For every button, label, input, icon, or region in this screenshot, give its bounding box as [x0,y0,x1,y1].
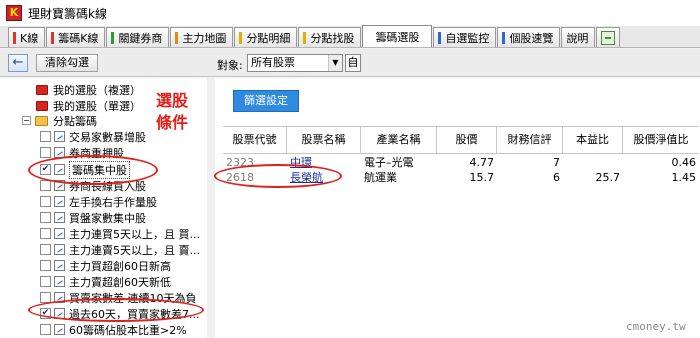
condition-checkbox[interactable] [40,131,51,142]
condition-checkbox[interactable] [40,196,51,207]
column-header[interactable]: 股票代號 [223,127,287,153]
tab-branch-detail[interactable]: 分點明細 [234,27,298,47]
window-title: 理財寶籌碼k線 [28,6,107,21]
rating: 7 [553,156,560,169]
target-select-value: 所有股票 [251,56,295,69]
title-bar: K 理財寶籌碼k線 [0,0,700,26]
column-header[interactable]: 產業名稱 [361,127,437,153]
clear-selection-button[interactable]: 清除勾選 [36,54,98,72]
pb-ratio: 0.46 [671,156,697,169]
tab-color-mark [303,31,307,44]
pe-ratio: 25.7 [595,171,621,184]
highlight-ellipse [28,155,158,185]
condition-checkbox[interactable] [40,180,51,191]
tab-watchlist-monitor[interactable]: 自選監控 [433,27,497,47]
open-folder-icon [35,115,48,126]
chart-doc-icon [54,276,65,287]
chart-doc-icon [54,196,65,207]
highlight-ellipse [28,298,204,322]
condition-checkbox[interactable] [40,228,51,239]
red-folder-icon [36,100,48,111]
tree-item-my-picks-single[interactable]: 我的選股（單選） [36,98,141,113]
results-header: 股票代號 股票名稱 產業名稱 股價 財務信評 本益比 股價淨值比 [223,126,699,154]
highlight-ellipse [214,164,342,188]
tab-color-mark [13,31,16,44]
condition-checkbox[interactable] [40,276,51,287]
chart-doc-icon [54,260,65,271]
chart-doc-icon [54,212,65,223]
tab-help[interactable]: 說明 [561,27,596,47]
tab-color-mark [175,31,179,44]
condition-checkbox[interactable] [40,147,51,158]
condition-checkbox[interactable] [40,244,51,255]
tree-item-branch-chips[interactable]: − 分點籌碼 [22,113,97,128]
tree-item-my-picks-multi[interactable]: 我的選股（複選） [36,82,141,97]
tab-color-mark [111,31,115,44]
column-header[interactable]: 財務信評 [497,127,563,153]
add-tab-icon [601,30,616,45]
price: 15.7 [469,171,495,184]
pb-ratio: 1.45 [671,171,697,184]
self-button[interactable]: 自 [345,54,361,72]
arrow-left-icon: ← [12,55,24,70]
tree-item-condition[interactable]: 主力連賣5天以上，且 賣... [40,242,200,257]
tab-branch-stock-search[interactable]: 分點找股 [298,27,362,47]
watermark: cmoney.tw [626,320,686,333]
tab-color-mark [51,31,55,44]
target-label: 對象: [217,59,243,72]
column-header[interactable]: 股價淨值比 [623,127,699,153]
industry: 電子–光電 [364,156,414,169]
tree-item-condition[interactable]: 左手換右手作量股 [40,194,157,209]
tree-scrollbar[interactable] [207,78,214,338]
target-select[interactable]: 所有股票 ▼ [247,54,343,72]
tab-stock-overview[interactable]: 個股速覽 [497,27,561,47]
condition-checkbox[interactable] [40,260,51,271]
tab-color-mark [239,31,243,44]
tree-item-condition[interactable]: 交易家數暴增股 [40,129,146,144]
app-logo-icon: K [6,5,22,21]
pe-ratio [563,156,623,170]
column-header[interactable]: 股價 [437,127,497,153]
chart-doc-icon [54,228,65,239]
industry: 航運業 [364,171,397,184]
filter-settings-button[interactable]: 篩選設定 [233,90,299,112]
price: 4.77 [469,156,495,169]
tab-main-force-map[interactable]: 主力地圖 [170,27,234,47]
toolbar: ← 清除勾選 對象: 所有股票 ▼ 自 [0,49,700,77]
tab-chip-stock-picker[interactable]: 籌碼選股 [362,25,433,47]
condition-checkbox[interactable] [40,212,51,223]
tab-key-broker[interactable]: 關鍵券商 [106,27,170,47]
tree-item-condition[interactable]: 主力買超創60日新高 [40,258,171,273]
tree-item-condition[interactable]: 主力賣超創60天新低 [40,274,171,289]
rating: 6 [553,171,560,184]
chart-doc-icon [54,244,65,255]
column-header[interactable]: 股票名稱 [287,127,361,153]
chart-doc-icon [54,324,65,335]
condition-checkbox[interactable] [40,324,51,335]
collapse-icon[interactable]: − [22,116,31,125]
tab-k-line[interactable]: K線 [8,27,46,47]
chart-doc-icon [54,131,65,142]
tab-chip-k-line[interactable]: 籌碼K線 [46,27,106,47]
results-panel: 篩選設定 股票代號 股票名稱 產業名稱 股價 財務信評 本益比 股價淨值比 23… [215,78,700,338]
tab-color-mark [438,31,442,44]
tree-item-condition[interactable]: 60籌碼佔股本比重>2% [40,322,187,337]
dropdown-arrow-icon[interactable]: ▼ [328,55,342,71]
tree-item-condition[interactable]: 主力連買5天以上，且 買... [40,226,200,241]
tree-item-condition[interactable]: 買盤家數集中股 [40,210,146,225]
tab-color-mark [502,31,506,44]
tab-bar: K線 籌碼K線 關鍵券商 主力地圖 分點明細 分點找股 籌碼選股 自選監控 個股… [0,25,700,48]
annotation-label: 選股條件 [156,91,189,132]
back-button[interactable]: ← [8,54,28,72]
red-folder-icon [36,84,48,95]
column-header[interactable]: 本益比 [563,127,623,153]
tab-add[interactable] [596,27,621,47]
